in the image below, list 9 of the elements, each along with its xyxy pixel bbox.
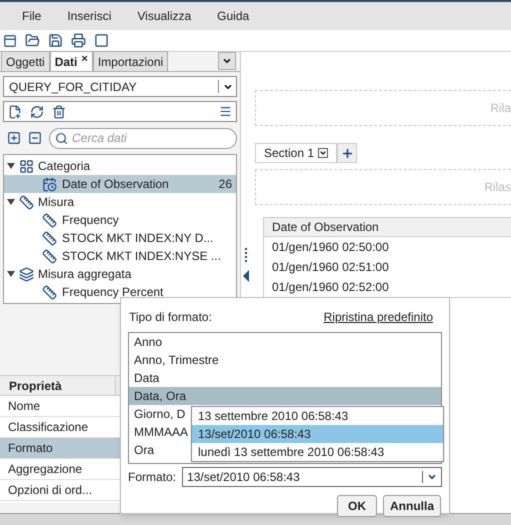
drop-zone: Rilas	[255, 169, 511, 205]
format-label: Formato:	[128, 469, 176, 486]
table-cell-text: 01/gen/1960 02:50:00	[271, 239, 390, 256]
table-cell-text: 01/gen/1960 02:51:00	[271, 259, 390, 276]
column-header: Proprietà	[0, 376, 116, 395]
table-cell-text: 01/gen/1960 02:52:00	[271, 279, 390, 296]
column-header: Date of Observation	[264, 218, 511, 237]
drop-zone: Rila	[255, 90, 511, 126]
format-type-label: Tipo di formato:	[129, 309, 212, 326]
